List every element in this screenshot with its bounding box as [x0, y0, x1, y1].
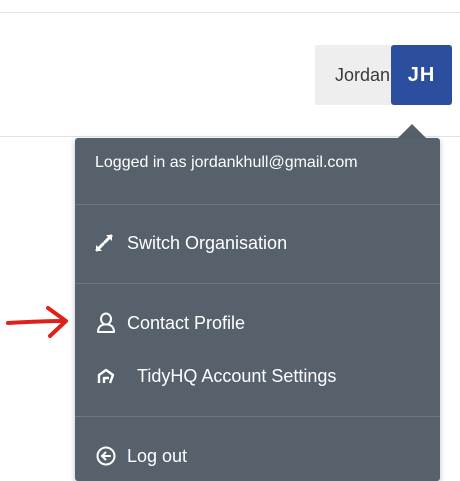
tidyhq-account-settings-label: TidyHQ Account Settings [137, 366, 337, 386]
top-divider [0, 12, 460, 13]
annotation-arrow-icon [6, 306, 68, 338]
user-dropdown-menu: Logged in as jordankhull@gmail.com Switc… [75, 138, 440, 481]
menu-divider [75, 283, 440, 284]
menu-divider [75, 416, 440, 417]
logged-in-text: Logged in as jordankhull@gmail.com [95, 154, 358, 171]
user-menu-toggle[interactable]: Jordan JH [315, 45, 452, 105]
user-name: Jordan [334, 65, 390, 85]
dropdown-caret [398, 124, 426, 138]
header-divider [0, 136, 460, 137]
log-out-label: Log out [127, 446, 188, 466]
expand-arrows-icon [93, 231, 115, 255]
menu-divider [75, 204, 440, 205]
avatar: JH [391, 45, 452, 105]
contact-profile-label: Contact Profile [127, 313, 246, 333]
user-icon [95, 311, 117, 335]
circle-arrow-left-icon [95, 444, 117, 468]
switch-organisation-label: Switch Organisation [127, 233, 288, 253]
tidyhq-logo-icon [95, 364, 117, 388]
